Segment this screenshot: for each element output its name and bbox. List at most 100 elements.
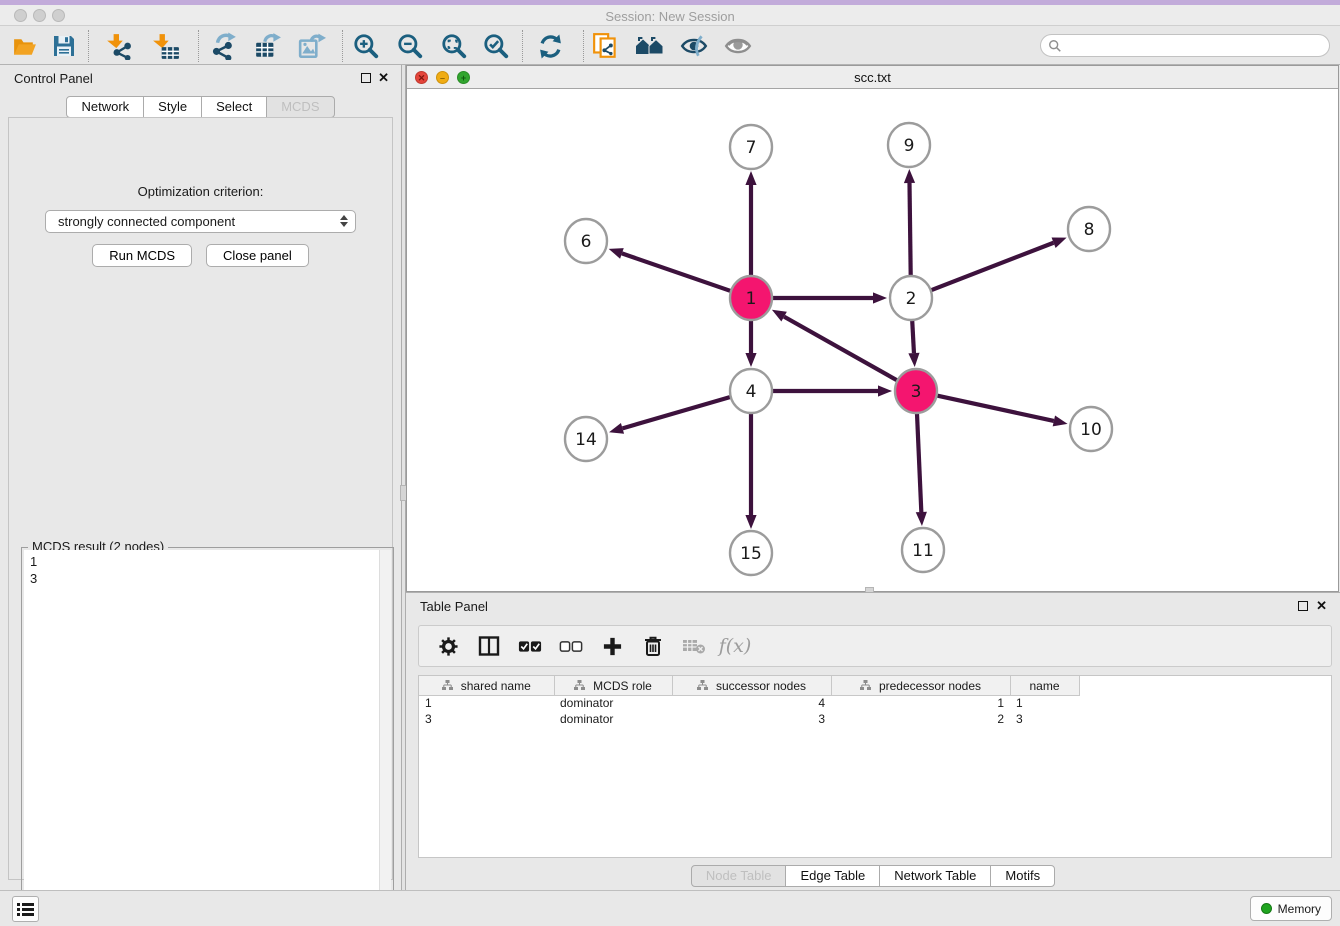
- zoom-out-button[interactable]: [394, 31, 426, 61]
- unchecked-boxes-icon: [559, 639, 583, 654]
- function-builder-button[interactable]: f(x): [723, 634, 747, 658]
- tab-edge-table[interactable]: Edge Table: [785, 865, 880, 887]
- search-field[interactable]: [1040, 34, 1330, 57]
- import-table-button[interactable]: [150, 31, 182, 61]
- table-cell: 4: [672, 695, 831, 711]
- apply-style-button[interactable]: [534, 31, 566, 61]
- graph-edge-2-8[interactable]: [932, 238, 1067, 291]
- network-canvas[interactable]: 1 2 3 4 6 7 8 9 10 11 14 15: [407, 89, 1338, 591]
- tab-network-table[interactable]: Network Table: [879, 865, 991, 887]
- mcds-result-text[interactable]: 1 3: [24, 550, 391, 926]
- graph-edge-2-3[interactable]: [908, 320, 919, 367]
- memory-label: Memory: [1278, 902, 1321, 916]
- column-header-successor-nodes[interactable]: successor nodes: [672, 676, 831, 695]
- export-table-button[interactable]: [252, 31, 284, 61]
- graph-svg[interactable]: 1 2 3 4 6 7 8 9 10 11 14 15: [407, 89, 1338, 592]
- float-panel-icon[interactable]: [361, 73, 371, 83]
- create-column-button[interactable]: [600, 634, 624, 658]
- graph-node-15[interactable]: 15: [730, 531, 772, 575]
- export-network-button[interactable]: [208, 31, 240, 61]
- import-network-button[interactable]: [103, 31, 135, 61]
- node-table[interactable]: shared nameMCDS role successor nodes prede…: [418, 675, 1332, 858]
- graph-node-2[interactable]: 2: [890, 276, 932, 320]
- graph-edge-3-11[interactable]: [916, 413, 927, 526]
- export-image-button[interactable]: [296, 31, 328, 61]
- zoom-selected-button[interactable]: [480, 31, 512, 61]
- open-session-button[interactable]: [8, 31, 40, 61]
- show-graphics-details-button[interactable]: [722, 31, 754, 61]
- graph-node-14[interactable]: 14: [565, 417, 607, 461]
- run-mcds-button[interactable]: Run MCDS: [92, 244, 192, 267]
- hide-graphics-details-button[interactable]: [678, 31, 710, 61]
- graph-edge-1-4[interactable]: [745, 320, 756, 367]
- column-header-name[interactable]: name: [1010, 676, 1079, 695]
- table-cell: 3: [419, 711, 554, 727]
- network-window-titlebar[interactable]: ✕ – + scc.txt: [407, 66, 1338, 89]
- graph-edge-3-10[interactable]: [937, 396, 1067, 427]
- graph-node-label: 9: [904, 136, 915, 156]
- graph-node-4[interactable]: 4: [730, 369, 772, 413]
- graph-edge-3-1[interactable]: [772, 310, 897, 380]
- zoom-in-button[interactable]: [350, 31, 382, 61]
- eye-slash-icon: [680, 32, 708, 60]
- graph-edge-1-2[interactable]: [773, 292, 887, 303]
- toolbar-separator: [198, 30, 199, 62]
- column-header-shared-name[interactable]: shared name: [419, 676, 554, 695]
- graph-edge-4-3[interactable]: [773, 385, 892, 396]
- criterion-select[interactable]: strongly connected component: [45, 210, 356, 233]
- show-all-networks-button[interactable]: [634, 31, 666, 61]
- table-cell: 1: [419, 695, 554, 711]
- graph-node-label: 14: [575, 430, 597, 450]
- graph-node-label: 4: [746, 382, 757, 402]
- table-row[interactable]: 3dominator323: [419, 711, 1079, 727]
- graph-node-11[interactable]: 11: [902, 528, 944, 572]
- save-session-button[interactable]: [48, 31, 80, 61]
- tab-node-table[interactable]: Node Table: [691, 865, 787, 887]
- tab-style[interactable]: Style: [143, 96, 202, 118]
- table-cell: 2: [831, 711, 1010, 727]
- deselect-all-button[interactable]: [559, 634, 583, 658]
- table-row[interactable]: 1dominator411: [419, 695, 1079, 711]
- graph-node-3[interactable]: 3: [895, 369, 937, 413]
- graph-node-7[interactable]: 7: [730, 125, 772, 169]
- clone-network-button[interactable]: [590, 31, 622, 61]
- graph-node-8[interactable]: 8: [1068, 207, 1110, 251]
- column-label: successor nodes: [716, 679, 806, 693]
- toolbar-separator: [88, 30, 89, 62]
- graph-node-6[interactable]: 6: [565, 219, 607, 263]
- close-panel-button[interactable]: Close panel: [206, 244, 309, 267]
- memory-status-icon: [1261, 903, 1272, 914]
- task-history-button[interactable]: [12, 896, 39, 922]
- search-icon: [1048, 39, 1062, 53]
- table-settings-button[interactable]: [436, 634, 460, 658]
- search-input[interactable]: [1066, 37, 1329, 55]
- graph-edge-2-9[interactable]: [904, 169, 915, 276]
- result-scrollbar[interactable]: [379, 550, 391, 926]
- graph-node-1[interactable]: 1: [730, 276, 772, 320]
- float-panel-icon[interactable]: [1298, 601, 1308, 611]
- graph-edge-4-14[interactable]: [609, 397, 730, 434]
- graph-edge-1-7[interactable]: [745, 171, 756, 276]
- column-selector-button[interactable]: [477, 634, 501, 658]
- graph-edge-1-6[interactable]: [609, 248, 731, 291]
- graph-node-label: 7: [746, 138, 757, 158]
- column-header-predecessor-nodes[interactable]: predecessor nodes: [831, 676, 1010, 695]
- close-panel-icon[interactable]: ✕: [378, 70, 389, 86]
- tab-motifs[interactable]: Motifs: [990, 865, 1055, 887]
- graph-node-label: 2: [906, 289, 917, 309]
- tab-mcds[interactable]: MCDS: [266, 96, 334, 118]
- tab-select[interactable]: Select: [201, 96, 267, 118]
- graph-edge-4-15[interactable]: [745, 413, 756, 529]
- close-panel-icon[interactable]: ✕: [1316, 598, 1327, 614]
- delete-column-button[interactable]: [641, 634, 665, 658]
- zoom-fit-button[interactable]: [438, 31, 470, 61]
- select-all-button[interactable]: [518, 634, 542, 658]
- criterion-selected-value: strongly connected component: [58, 214, 235, 229]
- delete-table-button[interactable]: [682, 634, 706, 658]
- memory-button[interactable]: Memory: [1250, 896, 1332, 921]
- graph-node-9[interactable]: 9: [888, 123, 930, 167]
- column-header-MCDS-role[interactable]: MCDS role: [554, 676, 672, 695]
- graph-node-10[interactable]: 10: [1070, 407, 1112, 451]
- result-line: 3: [30, 570, 385, 587]
- tab-network[interactable]: Network: [66, 96, 144, 118]
